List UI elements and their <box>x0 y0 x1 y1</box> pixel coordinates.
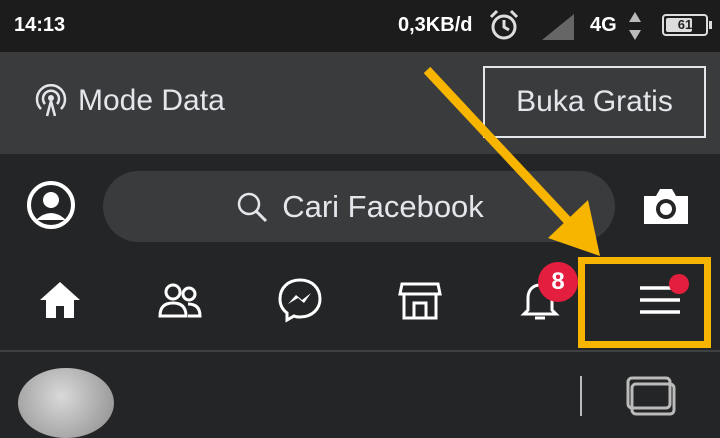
data-transfer-icon <box>629 12 641 40</box>
feed-composer <box>0 352 720 438</box>
friends-icon <box>158 283 202 318</box>
highlight-box <box>578 257 711 348</box>
broadcast-icon <box>35 84 67 117</box>
notification-badge: 8 <box>538 262 578 302</box>
data-mode-indicator: Mode Data <box>34 84 225 118</box>
top-bar: Cari Facebook <box>0 154 720 254</box>
status-time: 14:13 <box>14 14 66 36</box>
tab-marketplace[interactable] <box>394 274 446 326</box>
tab-messenger[interactable] <box>274 274 326 326</box>
profile-icon[interactable] <box>26 180 76 230</box>
signal-icon <box>542 14 574 40</box>
messenger-icon <box>278 278 322 323</box>
tab-friends[interactable] <box>154 274 206 326</box>
battery-icon: 61 <box>662 14 712 36</box>
photo-icon[interactable] <box>626 376 678 416</box>
menu-notification-dot <box>669 274 689 294</box>
search-bar[interactable]: Cari Facebook <box>103 171 615 242</box>
search-icon <box>237 192 268 222</box>
divider <box>580 376 582 416</box>
free-mode-button[interactable]: Buka Gratis <box>483 66 706 138</box>
marketplace-icon <box>398 282 442 320</box>
data-mode-label: Mode Data <box>78 84 225 117</box>
data-mode-bar: Mode Data Buka Gratis <box>0 52 720 154</box>
search-placeholder: Cari Facebook <box>282 188 484 224</box>
camera-icon[interactable] <box>640 184 692 228</box>
tab-home[interactable] <box>34 274 86 326</box>
network-type: 4G <box>590 14 617 36</box>
battery-level: 61 <box>677 17 693 32</box>
user-avatar[interactable] <box>18 368 114 438</box>
network-speed: 0,3KB/d <box>398 14 473 36</box>
home-icon <box>40 282 80 318</box>
alarm-icon <box>489 9 519 40</box>
status-bar: 14:13 0,3KB/d 4G 61 <box>0 0 720 52</box>
